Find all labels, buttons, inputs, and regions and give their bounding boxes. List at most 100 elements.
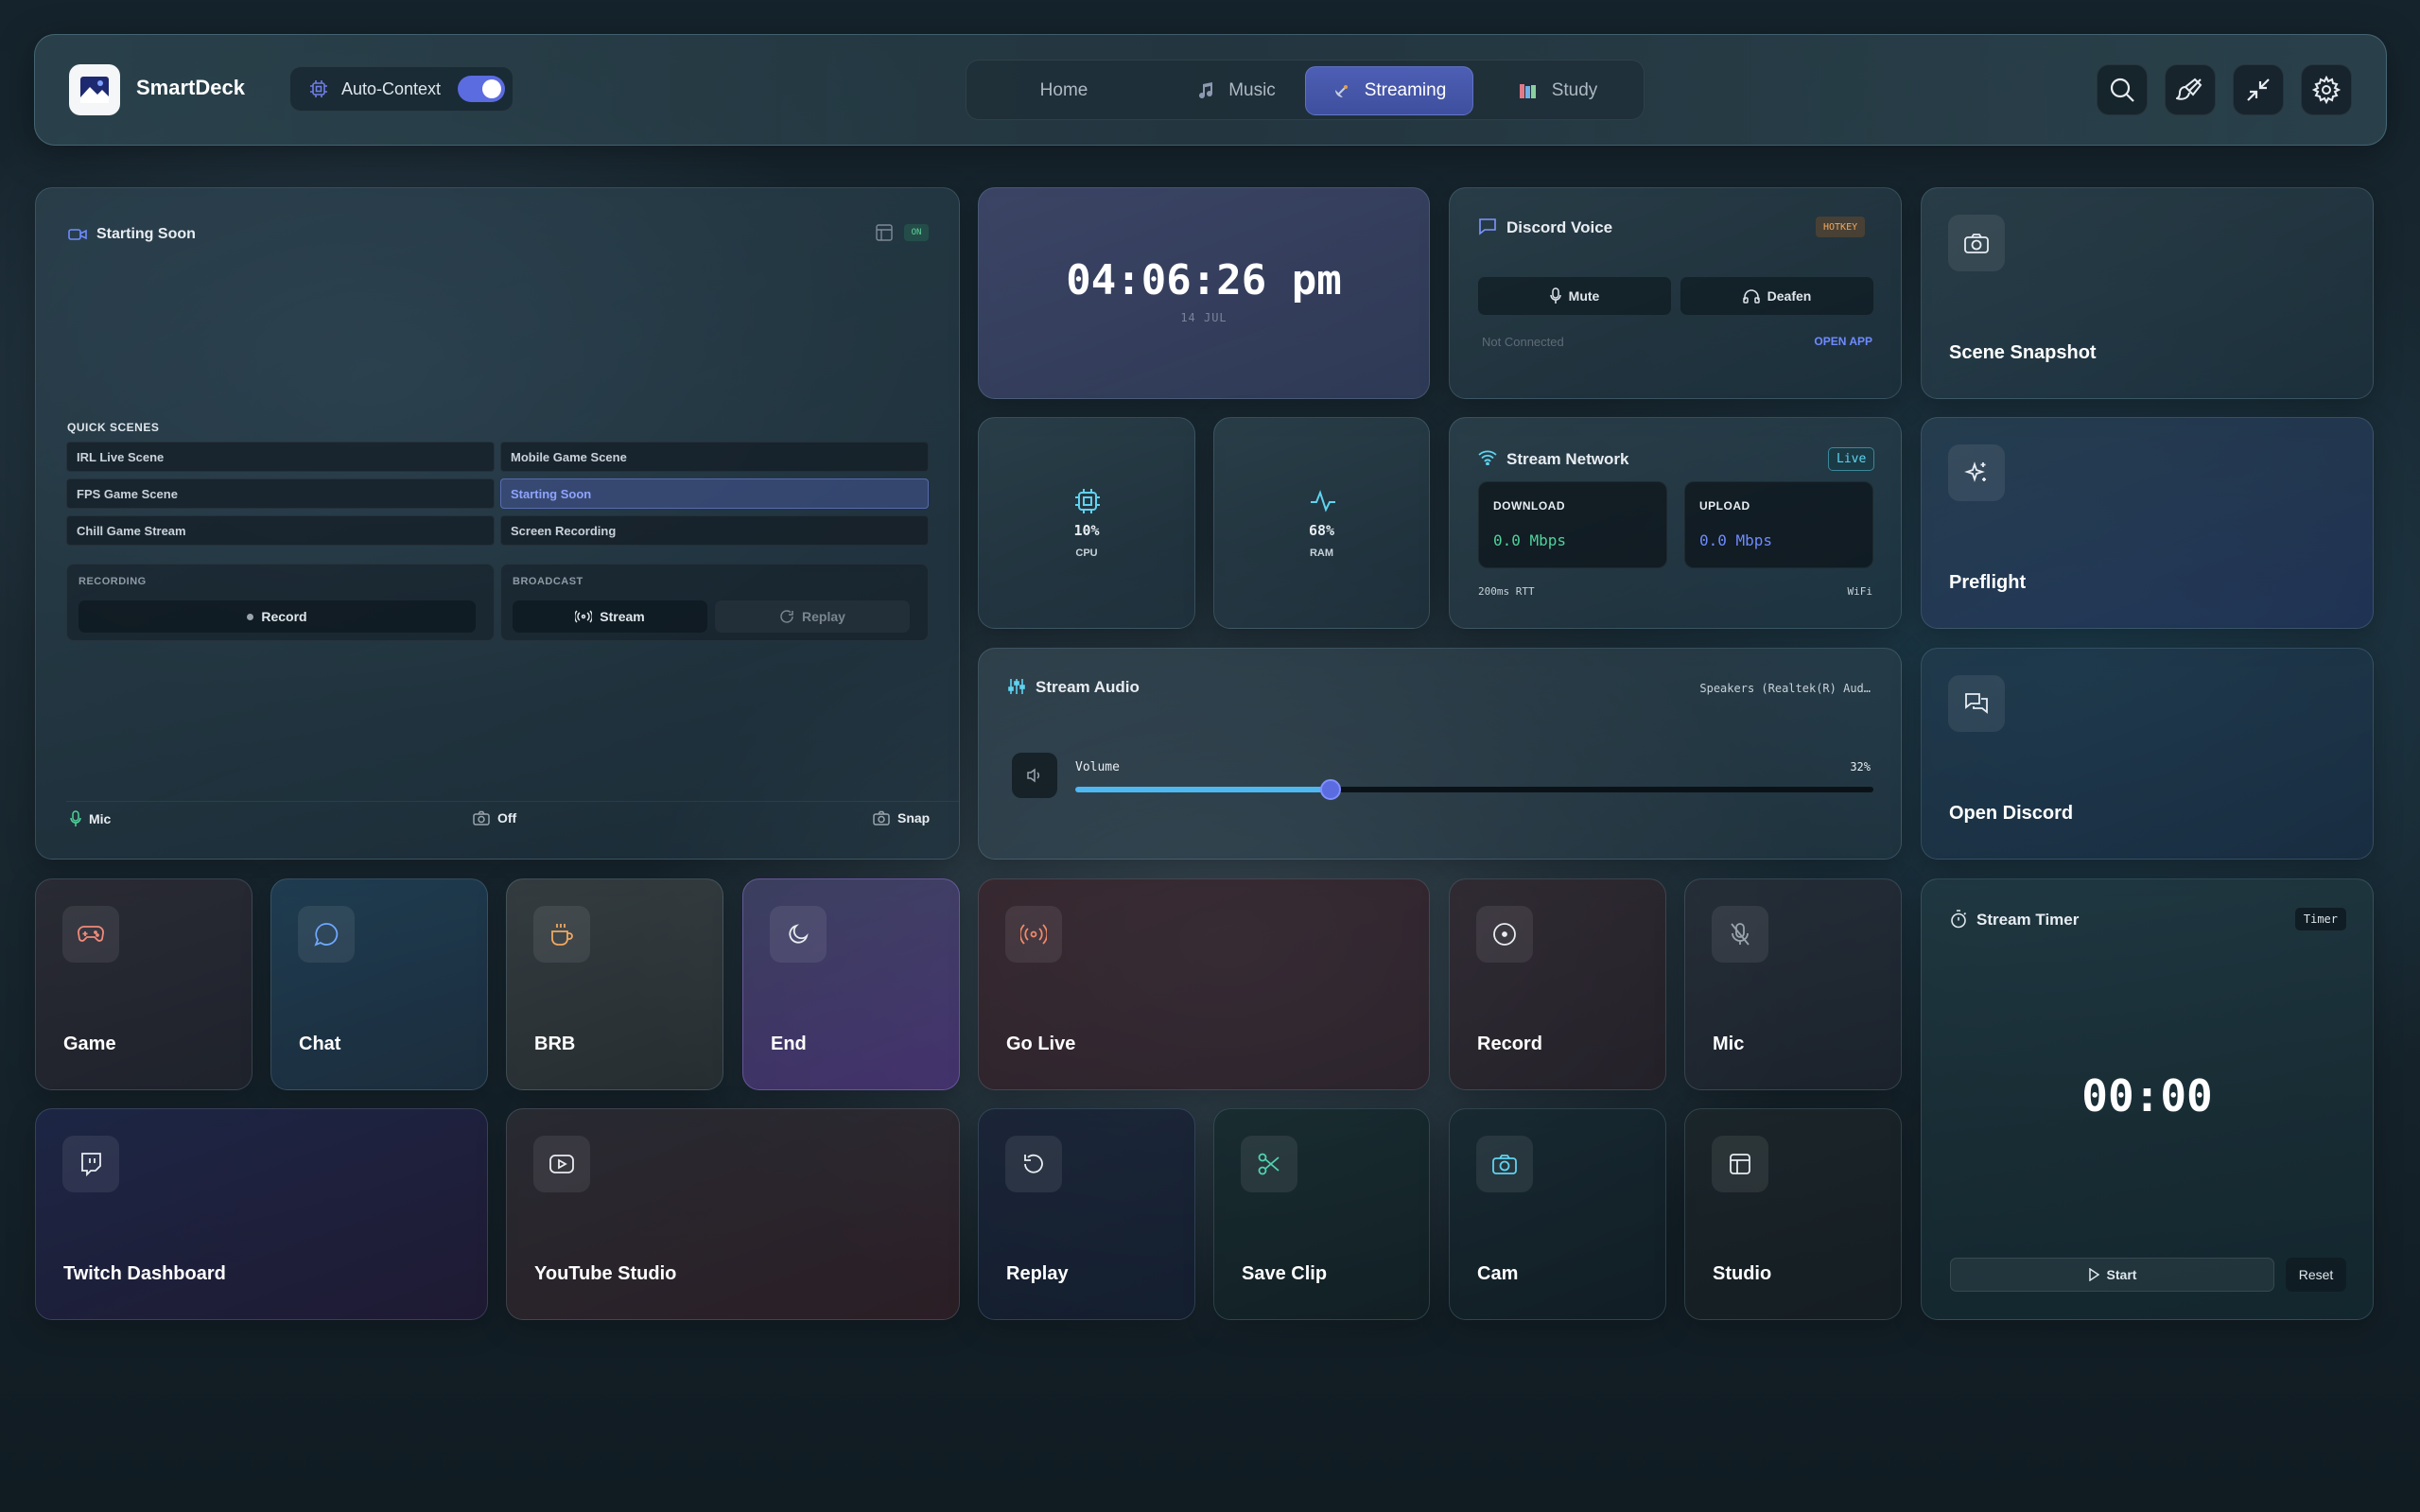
activity-icon <box>1311 490 1335 513</box>
reset-button[interactable]: Reset <box>2286 1258 2346 1292</box>
deafen-button[interactable]: Deafen <box>1680 277 1873 315</box>
audio-device-select[interactable]: Speakers (Realtek(R) Aud… <box>1699 682 1871 695</box>
ram-label: RAM <box>1309 547 1334 559</box>
play-icon <box>2088 1268 2099 1281</box>
scene-button[interactable]: IRL Live Scene <box>66 442 495 472</box>
tile-label: Twitch Dashboard <box>63 1263 226 1284</box>
youtube-studio-tile[interactable]: YouTube Studio <box>506 1108 960 1320</box>
mute-button[interactable]: Mute <box>1478 277 1671 315</box>
scene-snapshot-tile[interactable]: Scene Snapshot <box>1921 187 2374 399</box>
timer-value: 00:00 <box>2081 1070 2213 1121</box>
books-icon <box>1519 84 1536 98</box>
record-tile[interactable]: Record <box>1449 878 1666 1090</box>
clock-date: 14 JUL <box>1180 311 1227 324</box>
tab-study[interactable]: Study <box>1477 66 1638 115</box>
chat-tile[interactable]: Chat <box>270 878 488 1090</box>
record-button[interactable]: Record <box>78 600 476 633</box>
twitch-dashboard-tile[interactable]: Twitch Dashboard <box>35 1108 488 1320</box>
tile-label: Cam <box>1477 1263 1519 1284</box>
connection-type: WiFi <box>1847 585 1873 598</box>
auto-context-control[interactable]: Auto-Context <box>289 66 514 112</box>
studio-tile[interactable]: Studio <box>1684 1108 1902 1320</box>
end-tile[interactable]: End <box>742 878 960 1090</box>
volume-label: Volume <box>1075 760 1120 774</box>
save-clip-tile[interactable]: Save Clip <box>1213 1108 1430 1320</box>
upload-value: 0.0 Mbps <box>1699 531 1773 549</box>
brb-tile[interactable]: BRB <box>506 878 723 1090</box>
chat-bubbles-icon <box>1965 693 1988 714</box>
tile-label: BRB <box>534 1034 576 1054</box>
camera-icon <box>473 810 490 826</box>
broadcast-icon <box>575 610 593 623</box>
theme-brush-button[interactable] <box>2165 64 2216 115</box>
camera-status[interactable]: Off <box>473 810 516 826</box>
scene-button[interactable]: Chill Game Stream <box>66 515 495 546</box>
camera-icon <box>873 810 890 826</box>
volume-knob[interactable] <box>1320 779 1342 800</box>
chat-icon <box>1479 218 1496 235</box>
youtube-icon <box>549 1155 574 1173</box>
rtt-value: 200ms RTT <box>1478 585 1535 598</box>
scene-button-selected[interactable]: Starting Soon <box>500 478 929 509</box>
broadcast-section: BROADCAST Stream Replay <box>500 564 929 641</box>
tile-label: Scene Snapshot <box>1949 342 2097 363</box>
layout-icon[interactable] <box>876 224 893 241</box>
gear-icon <box>2312 76 2341 104</box>
cpu-widget: 10% CPU <box>978 417 1195 629</box>
stream-button[interactable]: Stream <box>513 600 707 633</box>
open-discord-tile[interactable]: Open Discord <box>1921 648 2374 860</box>
mic-tile[interactable]: Mic <box>1684 878 1902 1090</box>
preflight-tile[interactable]: Preflight <box>1921 417 2374 629</box>
chip-icon <box>310 80 327 97</box>
auto-context-label: Auto-Context <box>341 78 442 98</box>
status-badge: ON <box>904 224 929 241</box>
stopwatch-icon <box>1951 910 1967 929</box>
scene-button[interactable]: FPS Game Scene <box>66 478 495 509</box>
sliders-icon <box>1008 679 1025 694</box>
tile-label: Open Discord <box>1949 803 2074 824</box>
start-button[interactable]: Start <box>1950 1258 2274 1292</box>
tab-music[interactable]: Music <box>1152 66 1320 115</box>
volume-fill <box>1075 787 1332 792</box>
cpu-chip-icon <box>1075 489 1100 513</box>
refresh-icon <box>780 610 793 623</box>
headphones-icon <box>1742 289 1760 304</box>
open-app-link[interactable]: OPEN APP <box>1814 335 1872 348</box>
microphone-icon <box>1549 287 1561 304</box>
minimize-icon <box>2247 78 2270 101</box>
search-icon <box>2110 78 2134 102</box>
satellite-dish-icon <box>1334 85 1348 97</box>
app-name: SmartDeck <box>136 76 245 99</box>
gamepad-icon <box>78 926 104 942</box>
current-scene-title: Starting Soon <box>96 226 196 242</box>
tile-label: Record <box>1477 1034 1542 1054</box>
tile-label: Go Live <box>1006 1034 1076 1054</box>
tile-label: End <box>771 1034 807 1054</box>
scene-button[interactable]: Mobile Game Scene <box>500 442 929 472</box>
game-tile[interactable]: Game <box>35 878 252 1090</box>
ram-widget: 68% RAM <box>1213 417 1430 629</box>
mic-status[interactable]: Mic <box>70 810 111 827</box>
speaker-button[interactable] <box>1012 753 1057 798</box>
volume-slider[interactable] <box>1075 779 1873 800</box>
tile-label: YouTube Studio <box>534 1263 677 1284</box>
go-live-tile[interactable]: Go Live <box>978 878 1430 1090</box>
speaker-icon <box>1027 768 1040 783</box>
tab-home[interactable]: Home <box>980 66 1148 115</box>
cpu-label: CPU <box>1075 547 1098 559</box>
replay-tile[interactable]: Replay <box>978 1108 1195 1320</box>
scene-control-panel: Starting Soon ON QUICK SCENES IRL Live S… <box>35 187 960 860</box>
tile-label: Mic <box>1713 1034 1745 1054</box>
discord-connection-status: Not Connected <box>1482 335 1564 349</box>
settings-button[interactable] <box>2301 64 2352 115</box>
snap-button[interactable]: Snap <box>873 810 930 826</box>
scene-button[interactable]: Screen Recording <box>500 515 929 546</box>
camera-icon <box>1492 1155 1517 1174</box>
search-button[interactable] <box>2097 64 2148 115</box>
replay-button[interactable]: Replay <box>715 600 910 633</box>
volume-value: 32% <box>1850 760 1871 773</box>
tab-streaming[interactable]: Streaming <box>1305 66 1473 115</box>
auto-context-toggle[interactable] <box>458 76 506 102</box>
cam-tile[interactable]: Cam <box>1449 1108 1666 1320</box>
collapse-button[interactable] <box>2233 64 2284 115</box>
